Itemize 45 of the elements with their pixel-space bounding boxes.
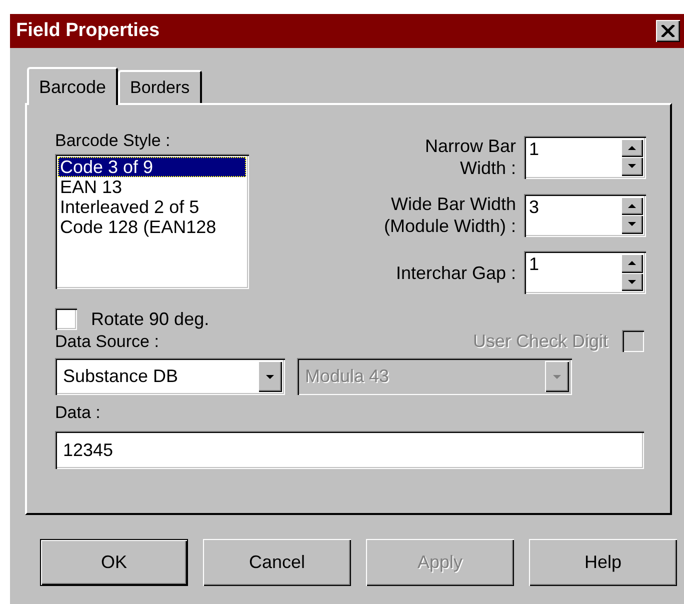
down-arrow-icon bbox=[628, 222, 636, 226]
list-item[interactable]: Code 3 of 9 bbox=[58, 157, 246, 177]
up-arrow-icon bbox=[628, 261, 636, 266]
spin-up-button[interactable] bbox=[621, 196, 643, 215]
spin-field[interactable]: 1 bbox=[524, 136, 646, 178]
dialog-button[interactable]: Help bbox=[529, 539, 677, 586]
list-item[interactable]: Code 128 (EAN128 bbox=[58, 217, 246, 237]
data-field[interactable]: 12345 bbox=[55, 431, 644, 469]
up-arrow-icon bbox=[628, 204, 636, 208]
checkbox[interactable] bbox=[55, 308, 77, 330]
number-input[interactable]: 1 bbox=[527, 138, 621, 160]
field-label: Wide Bar Width (Module Width) : bbox=[384, 193, 516, 237]
field-label: Barcode Style : bbox=[55, 131, 172, 151]
checkbox-label: User Check Digit bbox=[472, 330, 608, 352]
tab[interactable]: Barcode bbox=[27, 67, 118, 105]
dialog-button[interactable]: OK bbox=[40, 539, 188, 586]
spin-down-button[interactable] bbox=[621, 157, 643, 176]
barcode-style-list[interactable]: Code 3 of 9 EAN 13 Interleaved 2 of 5 Code 128 (EAN128 bbox=[55, 154, 249, 289]
close-icon bbox=[661, 25, 675, 37]
up-arrow-icon bbox=[628, 146, 636, 150]
caret-icon bbox=[553, 374, 561, 378]
field-label: Data Source : bbox=[55, 332, 159, 352]
spin-field[interactable]: 1 bbox=[524, 251, 646, 294]
spin-down-button[interactable] bbox=[621, 272, 643, 291]
down-arrow-icon bbox=[628, 280, 636, 284]
window-title: Field Properties bbox=[16, 20, 160, 42]
spin-field[interactable]: 3 bbox=[524, 194, 646, 236]
field-label: Narrow Bar Width : bbox=[424, 135, 516, 179]
field-label: Interchar Gap : bbox=[396, 262, 516, 284]
number-input[interactable]: 3 bbox=[527, 196, 621, 218]
number-input[interactable]: 1 bbox=[527, 254, 621, 275]
dropdown-field[interactable]: Substance DB bbox=[55, 358, 285, 395]
spin-up-button[interactable] bbox=[621, 138, 643, 157]
list-item[interactable]: Interleaved 2 of 5 bbox=[58, 197, 246, 217]
spin-down-button[interactable] bbox=[621, 215, 643, 234]
checkbox-label: Rotate 90 deg. bbox=[91, 308, 210, 330]
down-arrow-icon bbox=[628, 164, 636, 168]
tab[interactable]: Borders bbox=[118, 70, 202, 103]
dialog-button[interactable]: Cancel bbox=[203, 539, 351, 586]
dropdown-button[interactable] bbox=[258, 361, 282, 392]
field-label: Data : bbox=[55, 403, 102, 423]
close-button[interactable] bbox=[656, 20, 680, 42]
list-item[interactable]: EAN 13 bbox=[58, 177, 246, 197]
caret-icon bbox=[266, 374, 274, 378]
spin-up-button[interactable] bbox=[621, 254, 643, 272]
